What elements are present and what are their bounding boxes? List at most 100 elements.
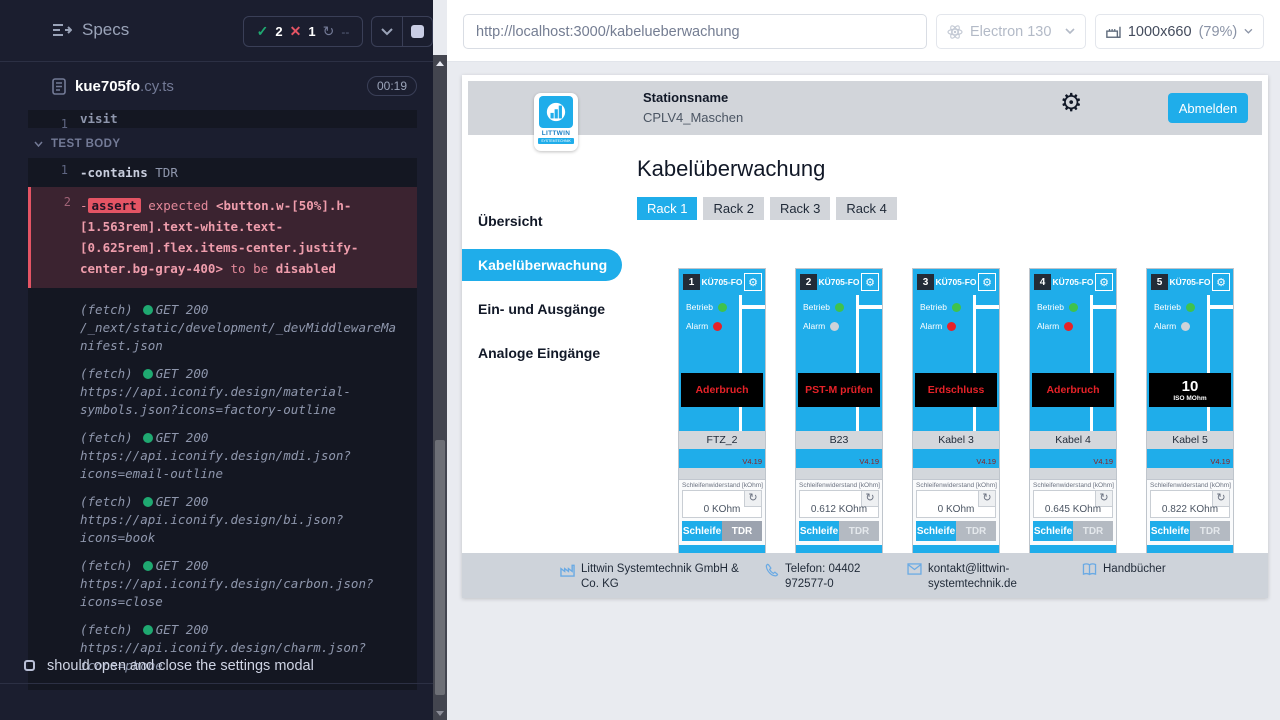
schleife-button[interactable]: Schleife	[916, 521, 956, 541]
device-card-1: 1KÜ705-FO⚙BetriebAlarmAderbruchFTZ_2V4.1…	[678, 268, 766, 553]
fetch-log-entry[interactable]: (fetch)GET 200 https://api.iconify.desig…	[28, 424, 409, 488]
collapse-button[interactable]	[372, 17, 402, 46]
factory-icon	[560, 563, 575, 592]
scroll-down-arrow-icon[interactable]	[436, 711, 444, 716]
sidebar-item-label: Ein- und Ausgänge	[478, 301, 605, 317]
tdr-button[interactable]: TDR	[1073, 521, 1113, 541]
app-main: Kabelüberwachung Rack 1Rack 2Rack 3Rack …	[637, 135, 1262, 553]
specs-menu-button[interactable]: Specs	[52, 20, 129, 40]
card-model-label: KÜ705-FO	[1051, 277, 1095, 287]
schleife-button[interactable]: Schleife	[1150, 521, 1190, 541]
sidebar-item-analoge-eing-nge[interactable]: Analoge Eingänge	[462, 337, 637, 369]
url-input[interactable]: http://localhost:3000/kabelueberwachung	[463, 14, 927, 49]
tdr-button[interactable]: TDR	[722, 521, 762, 541]
card-divider	[973, 295, 976, 431]
banner-alarm-text: PST-M prüfen	[805, 384, 873, 396]
firmware-version: V4.19	[1210, 457, 1230, 466]
banner-alarm-text: Aderbruch	[695, 384, 748, 396]
resistance-label: Schleifenwiderstand [kOhm]	[916, 482, 999, 489]
rack-tab-rack-2[interactable]: Rack 2	[703, 197, 763, 220]
failed-icon: ✕	[290, 23, 302, 40]
status-dot	[835, 303, 844, 312]
footer-text: Littwin Systemtechnik GmbH & Co. KG	[581, 562, 744, 592]
card-spacer	[679, 468, 765, 479]
fetch-log-entry[interactable]: (fetch)GET 200 https://api.iconify.desig…	[28, 488, 409, 552]
fetch-log-entry[interactable]: (fetch)GET 200 https://api.iconify.desig…	[28, 552, 409, 616]
card-bottom-strip	[796, 545, 882, 553]
station-info: Stationsname CPLV4_Maschen	[643, 90, 743, 125]
card-gear-icon[interactable]: ⚙	[744, 273, 762, 291]
card-gear-icon[interactable]: ⚙	[1212, 273, 1230, 291]
card-header: 1KÜ705-FO⚙	[679, 269, 765, 295]
command-row-assert-failed[interactable]: 2-assert expected <button.w-[50%].h-[1.5…	[28, 187, 417, 288]
fetch-log-entry[interactable]: (fetch)GET 200 https://api.iconify.desig…	[28, 360, 409, 424]
firmware-version: V4.19	[859, 457, 879, 466]
fetch-url: /_next/static/development/_devMiddleware…	[80, 320, 396, 353]
sidebar-item-label: Übersicht	[478, 213, 543, 229]
tdr-button[interactable]: TDR	[956, 521, 996, 541]
stop-button[interactable]	[402, 17, 433, 46]
rack-tab-rack-4[interactable]: Rack 4	[836, 197, 896, 220]
station-name: CPLV4_Maschen	[643, 110, 743, 125]
status-label: Betrieb	[1154, 302, 1181, 312]
command-row-visit[interactable]: 1 visit http://localhost:3000/kabelueber…	[28, 110, 417, 128]
browser-select[interactable]: Electron 130	[936, 14, 1086, 49]
alarm-status: Alarm	[803, 319, 882, 333]
version-strip: V4.19	[796, 449, 882, 468]
test-body-section[interactable]: TEST BODY	[28, 128, 417, 158]
alarm-status: Alarm	[1037, 319, 1116, 333]
phone-icon	[765, 563, 779, 592]
card-gear-icon[interactable]: ⚙	[1095, 273, 1113, 291]
status-label: Alarm	[803, 321, 825, 331]
success-dot-icon	[143, 497, 153, 507]
banner-alarm-text: Erdschluss	[928, 384, 985, 396]
rack-tab-rack-3[interactable]: Rack 3	[770, 197, 830, 220]
card-divider	[742, 305, 765, 309]
passed-count: 2	[275, 24, 282, 39]
cable-name-label: Kabel 4	[1030, 431, 1116, 449]
card-gear-icon[interactable]: ⚙	[861, 273, 879, 291]
status-dot	[952, 303, 961, 312]
sidebar-item-kabel-berwachung[interactable]: Kabelüberwachung	[462, 249, 622, 281]
sidebar-item-ein-und-ausg-nge[interactable]: Ein- und Ausgänge	[462, 293, 637, 325]
scrollbar-thumb[interactable]	[435, 440, 445, 695]
settings-gear-icon[interactable]: ⚙	[1060, 91, 1082, 116]
footer-text: kontakt@littwin-systemtechnik.de	[928, 562, 1037, 592]
company-logo: LITTWIN SYSTEMTECHNIK	[534, 93, 578, 151]
pending-test-row[interactable]: should open and close the settings modal	[0, 648, 433, 684]
card-buttons: SchleifeTDR	[1033, 521, 1113, 541]
schleife-button[interactable]: Schleife	[682, 521, 722, 541]
spec-file-row[interactable]: kue705fo.cy.ts 00:19	[0, 62, 433, 110]
resistance-value: 0 KOhm	[917, 504, 995, 515]
test-runner-panel: Specs ✓ 2 ✕ 1 ↻ -- kue705fo.cy.ts 00:19 …	[0, 0, 433, 720]
viewport-select[interactable]: 1000x660 (79%)	[1095, 14, 1264, 49]
schleife-button[interactable]: Schleife	[799, 521, 839, 541]
command-row-contains[interactable]: 1 -contains TDR	[28, 158, 417, 187]
banner-value: 10	[1182, 379, 1199, 395]
pending-count: --	[341, 25, 349, 39]
device-card-5: 5KÜ705-FO⚙BetriebAlarm10ISO MOhmKabel 5V…	[1146, 268, 1234, 553]
assert-state: disabled	[276, 261, 336, 276]
spec-file-icon	[52, 78, 66, 95]
fetch-method: GET 200	[156, 622, 209, 637]
chevron-down-icon	[1065, 28, 1075, 35]
fetch-url: https://api.iconify.design/material-symb…	[80, 384, 351, 417]
firmware-version: V4.19	[742, 457, 762, 466]
card-gear-icon[interactable]: ⚙	[978, 273, 996, 291]
scroll-up-arrow-icon[interactable]	[436, 61, 444, 66]
app-footer: Littwin Systemtechnik GmbH & Co. KGTelef…	[462, 553, 1268, 598]
card-buttons: SchleifeTDR	[799, 521, 879, 541]
card-buttons: SchleifeTDR	[916, 521, 996, 541]
sidebar-item--bersicht[interactable]: Übersicht	[462, 205, 637, 237]
fetch-log-entry[interactable]: (fetch)GET 200 /_next/static/development…	[28, 296, 409, 360]
tdr-button[interactable]: TDR	[1190, 521, 1230, 541]
rack-tab-rack-1[interactable]: Rack 1	[637, 197, 697, 220]
fetch-label: (fetch)	[80, 366, 133, 381]
status-dot	[1186, 303, 1195, 312]
runner-scrollbar[interactable]	[433, 55, 447, 720]
footer-item-book[interactable]: Handbücher	[1082, 562, 1202, 577]
tdr-button[interactable]: TDR	[839, 521, 879, 541]
logout-button[interactable]: Abmelden	[1168, 93, 1248, 123]
assert-dash: -	[80, 198, 88, 213]
schleife-button[interactable]: Schleife	[1033, 521, 1073, 541]
